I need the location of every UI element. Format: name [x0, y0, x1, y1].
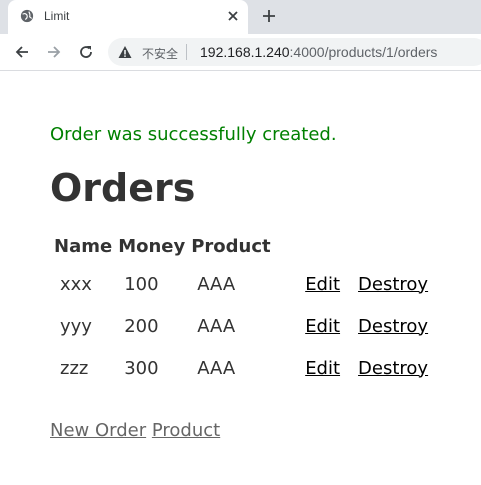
table-row: xxx 100 AAA Edit Destroy: [52, 264, 436, 304]
forward-icon[interactable]: [46, 44, 62, 60]
warning-icon[interactable]: [118, 45, 132, 59]
close-icon[interactable]: [226, 9, 240, 23]
url-separator: [186, 44, 187, 60]
browser-toolbar: 不安全 192.168.1.240:4000/products/1/orders: [0, 34, 481, 71]
cell-name: xxx: [60, 273, 92, 295]
globe-icon: [20, 9, 34, 23]
cell-money: 100: [124, 273, 159, 295]
plus-icon[interactable]: [262, 9, 276, 23]
orders-table: Name Money Product xxx 100 AAA Edit Dest…: [50, 228, 438, 390]
address-bar[interactable]: 不安全 192.168.1.240:4000/products/1/orders: [108, 38, 481, 66]
cell-destroy: Destroy: [350, 348, 436, 388]
product-link[interactable]: Product: [152, 420, 220, 441]
page-title: Orders: [50, 166, 196, 210]
url-host: 192.168.1.240: [200, 44, 290, 60]
table-header-row: Name Money Product: [52, 230, 436, 262]
new-order-link[interactable]: New Order: [50, 420, 146, 441]
cell-edit: Edit: [297, 306, 348, 346]
destroy-link[interactable]: Destroy: [358, 274, 428, 295]
edit-link[interactable]: Edit: [305, 316, 340, 337]
cell-money: 300: [124, 357, 159, 379]
success-notice: Order was successfully created.: [50, 124, 337, 145]
cell-name: yyy: [60, 315, 92, 337]
back-icon[interactable]: [14, 44, 30, 60]
insecure-label[interactable]: 不安全: [142, 45, 178, 62]
cell-money: 200: [124, 315, 159, 337]
column-header-name: Name: [54, 235, 113, 257]
url-text[interactable]: 192.168.1.240:4000/products/1/orders: [200, 44, 437, 60]
tab-title: Limit: [44, 9, 70, 23]
cell-destroy: Destroy: [350, 306, 436, 346]
url-path: :4000/products/1/orders: [289, 44, 438, 60]
destroy-link[interactable]: Destroy: [358, 358, 428, 379]
cell-name: zzz: [60, 357, 89, 379]
cell-destroy: Destroy: [350, 264, 436, 304]
tab-strip: Limit: [0, 0, 481, 34]
table-row: zzz 300 AAA Edit Destroy: [52, 348, 436, 388]
edit-link[interactable]: Edit: [305, 358, 340, 379]
cell-product: AAA: [197, 273, 236, 295]
cell-edit: Edit: [297, 264, 348, 304]
cell-product: AAA: [197, 315, 236, 337]
table-row: yyy 200 AAA Edit Destroy: [52, 306, 436, 346]
cell-edit: Edit: [297, 348, 348, 388]
browser-tab[interactable]: Limit: [8, 0, 248, 34]
column-header-product: Product: [191, 235, 271, 257]
edit-link[interactable]: Edit: [305, 274, 340, 295]
column-header-empty: [297, 230, 348, 262]
destroy-link[interactable]: Destroy: [358, 316, 428, 337]
reload-icon[interactable]: [78, 44, 94, 60]
column-header-money: Money: [118, 235, 186, 257]
footer-links: New Order Product: [50, 420, 220, 441]
cell-product: AAA: [197, 357, 236, 379]
